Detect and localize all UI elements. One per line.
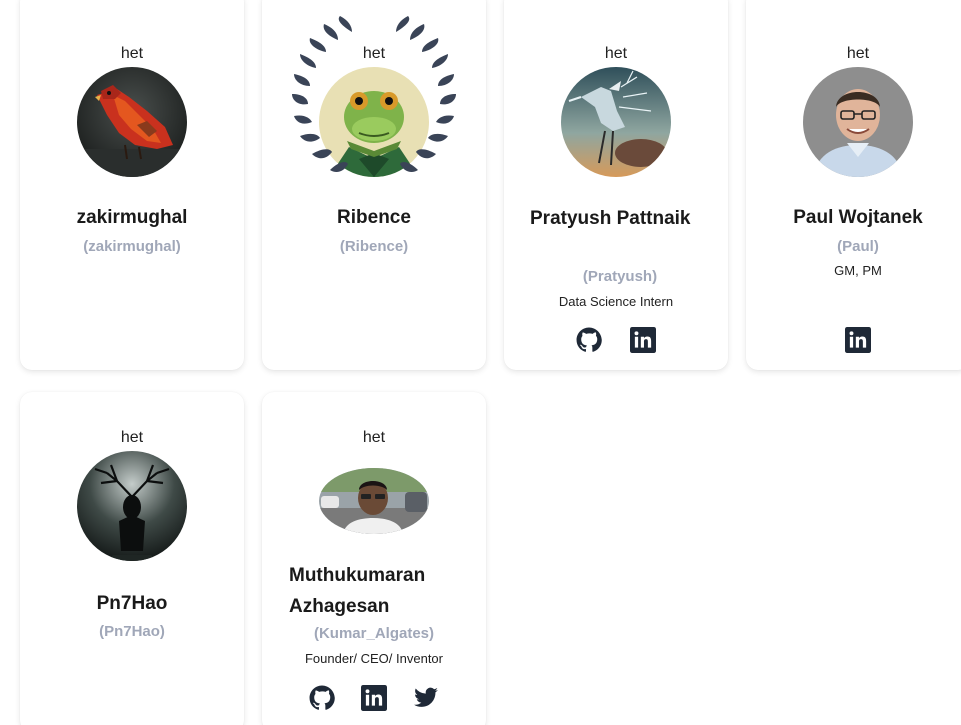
avatar: [77, 451, 187, 561]
avatar: [319, 468, 429, 534]
linkedin-icon[interactable]: [360, 684, 388, 712]
member-label: het: [362, 429, 386, 446]
member-card-ribence: het Ribence (Ribence): [262, 0, 486, 370]
member-label: het: [846, 45, 870, 62]
member-label: het: [362, 45, 386, 62]
avatar: [561, 67, 671, 177]
member-label: het: [120, 45, 144, 62]
member-username: (Pratyush): [582, 268, 658, 285]
member-username: (Kumar_Algates): [313, 625, 435, 642]
member-role: Founder/ CEO/ Inventor: [304, 651, 443, 666]
member-card-pratyush: het Pratyush Pattnaik (Pratyush) Data Sc…: [504, 0, 728, 370]
social-links: [262, 684, 486, 712]
member-username: (Paul): [837, 238, 879, 255]
member-username: (zakirmughal): [83, 238, 181, 255]
avatar: [319, 67, 429, 177]
member-role: Data Science Intern: [558, 294, 674, 309]
member-card-zakirmughal: het zakirmughal (zakirmughal): [20, 0, 244, 370]
social-links: [746, 326, 961, 354]
avatar: [77, 67, 187, 177]
member-name: Muthukumaran Azhagesan: [289, 565, 426, 617]
member-name: Pratyush Pattnaik: [530, 208, 691, 229]
member-card-pn7hao: het Pn7Hao (Pn7Hao): [20, 392, 244, 725]
team-grid: het zakirmughal (zakirmughal) het Ribenc…: [0, 0, 961, 725]
member-card-paul: het Paul Wojtanek (Paul) GM, PM: [746, 0, 961, 370]
member-label: het: [604, 45, 628, 62]
linkedin-icon[interactable]: [629, 326, 657, 354]
linkedin-icon[interactable]: [844, 326, 872, 354]
member-name: Pn7Hao: [96, 593, 168, 614]
member-label: het: [120, 429, 144, 446]
member-username: (Pn7Hao): [99, 623, 165, 640]
member-username: (Ribence): [339, 238, 409, 255]
member-role: GM, PM: [834, 263, 882, 278]
avatar: [803, 67, 913, 177]
twitter-icon[interactable]: [412, 684, 440, 712]
member-card-kumar-algates: het Muthukumaran Azhagesan (Kumar_Algate…: [262, 392, 486, 725]
github-icon[interactable]: [308, 684, 336, 712]
member-name: Ribence: [337, 207, 411, 228]
member-name: zakirmughal: [76, 207, 188, 228]
member-name: Paul Wojtanek: [793, 207, 923, 228]
social-links: [504, 326, 728, 354]
github-icon[interactable]: [575, 326, 603, 354]
